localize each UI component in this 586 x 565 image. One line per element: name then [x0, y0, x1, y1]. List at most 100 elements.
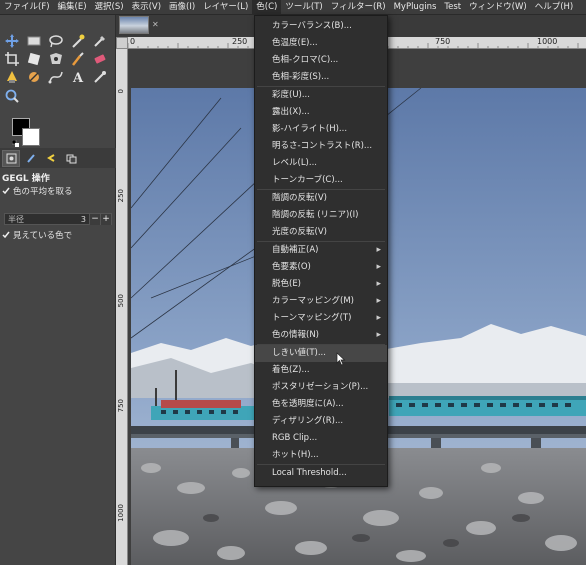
- menu-3[interactable]: 表示(V): [128, 0, 165, 15]
- warp-icon[interactable]: [48, 51, 64, 67]
- tab-device-status[interactable]: [22, 150, 40, 167]
- tool-options-title: GEGL 操作: [2, 174, 50, 184]
- move-tool-icon[interactable]: [4, 33, 20, 49]
- ruler-label: 0: [117, 89, 125, 94]
- tab-tool-options[interactable]: [2, 149, 20, 167]
- color-menu-item[interactable]: 着色(Z)...: [255, 362, 387, 379]
- eraser-icon[interactable]: [92, 51, 108, 67]
- color-menu-item[interactable]: 影-ハイライト(H)...: [255, 121, 387, 138]
- color-menu-item[interactable]: 光度の反転(V): [255, 224, 387, 241]
- zoom-icon[interactable]: [4, 88, 20, 104]
- color-menu-item[interactable]: 露出(X)...: [255, 104, 387, 121]
- color-menu-item-label: ポスタリゼーション(P)...: [272, 382, 369, 392]
- color-menu-item[interactable]: 自動補正(A) ▸: [255, 242, 387, 259]
- reset-colors-icon[interactable]: [12, 140, 19, 147]
- menu-0[interactable]: ファイル(F): [0, 0, 54, 15]
- menu-4[interactable]: 画像(I): [165, 0, 199, 15]
- color-picker-icon[interactable]: [92, 33, 108, 49]
- color-menu-item-label: 脱色(E): [272, 279, 302, 289]
- ruler-label: 500: [117, 294, 125, 308]
- gradient-icon[interactable]: [92, 69, 108, 85]
- fuzzy-select-icon[interactable]: [70, 33, 86, 49]
- transform-icon[interactable]: [26, 51, 42, 67]
- color-menu-item[interactable]: 色を透明度に(A)...: [255, 396, 387, 413]
- clone-icon[interactable]: [4, 69, 20, 85]
- menu-2[interactable]: 選択(S): [91, 0, 128, 15]
- tab-undo-history[interactable]: [42, 150, 60, 167]
- color-menu-item[interactable]: ポスタリゼーション(P)...: [255, 379, 387, 396]
- color-menu-item[interactable]: トーンカーブ(C)...: [255, 172, 387, 189]
- color-menu-item[interactable]: 色の情報(N) ▸: [255, 327, 387, 344]
- color-menu-item[interactable]: 彩度(U)...: [255, 87, 387, 104]
- path-icon[interactable]: [48, 69, 64, 85]
- color-menu-item[interactable]: 色要素(O) ▸: [255, 259, 387, 276]
- sample-merged-option[interactable]: 見えている色で: [2, 229, 72, 241]
- color-menu-dropdown: カラーバランス(B)... 色温度(E)... 色相-クロマ(C)... 色相-彩度(…: [254, 15, 388, 487]
- menu-10[interactable]: Test: [440, 0, 465, 15]
- color-menu-item-label: 色相-彩度(S)...: [272, 72, 330, 82]
- color-menu-item[interactable]: 階調の反転 (リニア)(I): [255, 207, 387, 224]
- color-menu-item-label: 色要素(O): [272, 262, 311, 272]
- ruler-label: 0: [130, 37, 136, 46]
- color-menu-item[interactable]: カラーバランス(B)...: [255, 18, 387, 35]
- color-menu-item[interactable]: レベル(L)...: [255, 155, 387, 172]
- checkbox-checked-icon[interactable]: [2, 187, 10, 195]
- ruler-label: 250: [117, 189, 125, 203]
- color-menu-item[interactable]: RGB Clip...: [255, 430, 387, 447]
- crop-icon[interactable]: [4, 51, 20, 67]
- tab-images[interactable]: [62, 150, 80, 167]
- menu-11[interactable]: ウィンドウ(W): [465, 0, 531, 15]
- vertical-ruler[interactable]: 0 250 500 750 1000: [116, 49, 128, 565]
- color-menu-item-label: RGB Clip...: [272, 433, 318, 443]
- ruler-corner[interactable]: [116, 37, 128, 49]
- color-menu-item[interactable]: トーンマッピング(T) ▸: [255, 310, 387, 327]
- color-menu-item-label: ディザリング(R)...: [272, 416, 344, 426]
- color-menu-item[interactable]: ディザリング(R)...: [255, 413, 387, 430]
- image-tab-thumbnail[interactable]: [119, 16, 149, 34]
- menu-8[interactable]: フィルター(R): [327, 0, 390, 15]
- color-menu-item[interactable]: 明るさ-コントラスト(R)...: [255, 138, 387, 155]
- color-menu-item-label: トーンマッピング(T): [272, 313, 352, 323]
- color-menu-item-label: 明るさ-コントラスト(R)...: [272, 141, 373, 151]
- menu-6[interactable]: 色(C): [252, 0, 282, 15]
- color-menu-item-label: カラーマッピング(M): [272, 296, 354, 306]
- color-menu-item[interactable]: 階調の反転(V): [255, 190, 387, 207]
- color-menu-item-label: 彩度(U)...: [272, 90, 310, 100]
- menu-9[interactable]: MyPlugins: [390, 0, 441, 15]
- color-menu-item[interactable]: 脱色(E) ▸: [255, 276, 387, 293]
- rect-select-icon[interactable]: [26, 33, 42, 49]
- menu-5[interactable]: レイヤー(L): [199, 0, 252, 15]
- color-menu-item[interactable]: 色相-彩度(S)...: [255, 69, 387, 86]
- lasso-icon[interactable]: [48, 33, 64, 49]
- color-menu-item-label: レベル(L)...: [272, 158, 317, 168]
- ruler-label: 750: [435, 37, 451, 46]
- menu-7[interactable]: ツール(T): [281, 0, 326, 15]
- menubar: ファイル(F) 編集(E) 選択(S) 表示(V) 画像(I) レイヤー(L) 色(C) ツー…: [0, 0, 586, 15]
- color-menu-item[interactable]: Local Threshold...: [255, 465, 387, 482]
- images-icon: [66, 154, 76, 163]
- color-swatches[interactable]: [12, 118, 44, 150]
- color-menu-item[interactable]: ホット(H)...: [255, 447, 387, 464]
- color-menu-item-label: 色相-クロマ(C)...: [272, 55, 339, 65]
- color-menu-item[interactable]: しきい値(T)...: [255, 345, 387, 362]
- checkbox-checked-icon[interactable]: [2, 231, 10, 239]
- radius-increase-button[interactable]: +: [100, 213, 111, 225]
- color-menu-item[interactable]: カラーマッピング(M) ▸: [255, 293, 387, 310]
- sample-average-option[interactable]: 色の平均を取る: [2, 185, 73, 197]
- smudge-icon[interactable]: [26, 69, 42, 85]
- color-menu-item[interactable]: 色相-クロマ(C)...: [255, 52, 387, 69]
- background-color[interactable]: [22, 128, 40, 146]
- close-icon[interactable]: ✕: [152, 20, 159, 29]
- color-menu-item-label: 光度の反転(V): [272, 227, 327, 237]
- radius-label: 半径: [8, 214, 24, 224]
- radius-decrease-button[interactable]: −: [89, 213, 100, 225]
- text-tool-icon[interactable]: A: [70, 69, 86, 86]
- radius-value[interactable]: 3: [77, 215, 89, 224]
- ruler-label: 750: [117, 399, 125, 413]
- color-menu-item-label: 色を透明度に(A)...: [272, 399, 344, 409]
- radius-slider[interactable]: 半径 3 − +: [4, 213, 112, 225]
- menu-1[interactable]: 編集(E): [54, 0, 91, 15]
- paintbrush-icon[interactable]: [70, 51, 86, 67]
- menu-12[interactable]: ヘルプ(H): [531, 0, 578, 15]
- color-menu-item[interactable]: 色温度(E)...: [255, 35, 387, 52]
